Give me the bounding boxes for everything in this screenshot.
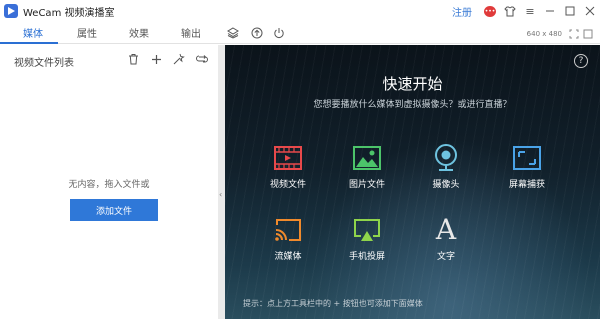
tab-properties[interactable]: 属性 <box>77 25 97 40</box>
film-icon <box>273 143 303 173</box>
resolution-label: 640 x 480 <box>526 30 562 38</box>
screen-capture-icon <box>512 143 542 173</box>
preview-panel: ? 快速开始 您想要播放什么媒体到虚拟摄像头？或进行直播？ 视频文件 图片文件 … <box>225 45 600 319</box>
help-icon[interactable]: ? <box>574 54 588 68</box>
source-label: 流媒体 <box>274 252 302 262</box>
shirt-icon[interactable] <box>504 5 516 17</box>
trash-icon[interactable] <box>127 53 139 65</box>
tab-bar: 媒体 属性 效果 输出 <box>0 22 600 44</box>
source-video-file[interactable]: 视频文件 <box>253 143 323 190</box>
tab-output[interactable]: 输出 <box>181 25 201 40</box>
fit-screen-icon[interactable] <box>568 28 579 39</box>
app-title: WeCam 视频演播室 <box>23 7 115 19</box>
menu-icon[interactable]: ≡ <box>524 5 536 17</box>
register-link[interactable]: 注册 <box>452 4 472 19</box>
panel-splitter[interactable]: ‹ <box>218 45 225 319</box>
image-icon <box>352 143 382 173</box>
source-label: 图片文件 <box>348 180 385 190</box>
media-list-panel: 视频文件列表 无内容，拖入文件或 添加文件 <box>0 45 218 319</box>
loop-icon[interactable] <box>196 53 208 65</box>
cast-icon <box>273 215 303 245</box>
title-bar: WeCam 视频演播室 注册 ••• ≡ <box>0 0 600 22</box>
message-icon[interactable]: ••• <box>484 5 496 17</box>
tab-effects[interactable]: 效果 <box>129 25 149 40</box>
add-file-button[interactable]: 添加文件 <box>70 199 158 221</box>
source-webcam[interactable]: 摄像头 <box>411 143 481 190</box>
source-text[interactable]: A 文字 <box>411 213 481 263</box>
upload-icon[interactable] <box>251 27 263 39</box>
source-label: 文字 <box>436 252 455 262</box>
source-label: 屏幕捕获 <box>508 180 545 190</box>
panel-title: 视频文件列表 <box>14 58 74 69</box>
source-label: 手机投屏 <box>348 252 385 262</box>
minimize-icon[interactable] <box>544 5 556 17</box>
tab-media[interactable]: 媒体 <box>23 25 43 40</box>
text-icon: A <box>435 213 457 246</box>
maximize-icon[interactable] <box>564 5 576 17</box>
airplay-icon <box>352 215 382 245</box>
webcam-icon <box>431 143 461 173</box>
source-stream[interactable]: 流媒体 <box>253 215 323 262</box>
app-logo-icon <box>4 4 18 18</box>
source-phone-mirror[interactable]: 手机投屏 <box>332 215 402 262</box>
close-icon[interactable] <box>584 5 596 17</box>
empty-list-text: 无内容，拖入文件或 <box>68 180 150 190</box>
quick-start-subtitle: 您想要播放什么媒体到虚拟摄像头？或进行直播？ <box>313 100 512 110</box>
source-image-file[interactable]: 图片文件 <box>332 143 402 190</box>
magic-wand-icon[interactable] <box>173 53 185 65</box>
source-label: 视频文件 <box>269 180 306 190</box>
active-tab-indicator <box>0 42 58 44</box>
power-icon[interactable] <box>273 27 285 39</box>
collapse-arrow-icon[interactable]: ‹ <box>219 190 222 199</box>
fullscreen-icon[interactable] <box>582 28 593 39</box>
plus-icon[interactable] <box>150 53 162 65</box>
source-label: 摄像头 <box>432 180 460 190</box>
layers-icon[interactable] <box>227 27 239 39</box>
hint-text: 提示：点上方工具栏中的 + 按钮也可添加下面媒体 <box>243 299 423 308</box>
quick-start-title: 快速开始 <box>382 75 443 93</box>
source-screen-capture[interactable]: 屏幕捕获 <box>492 143 562 190</box>
